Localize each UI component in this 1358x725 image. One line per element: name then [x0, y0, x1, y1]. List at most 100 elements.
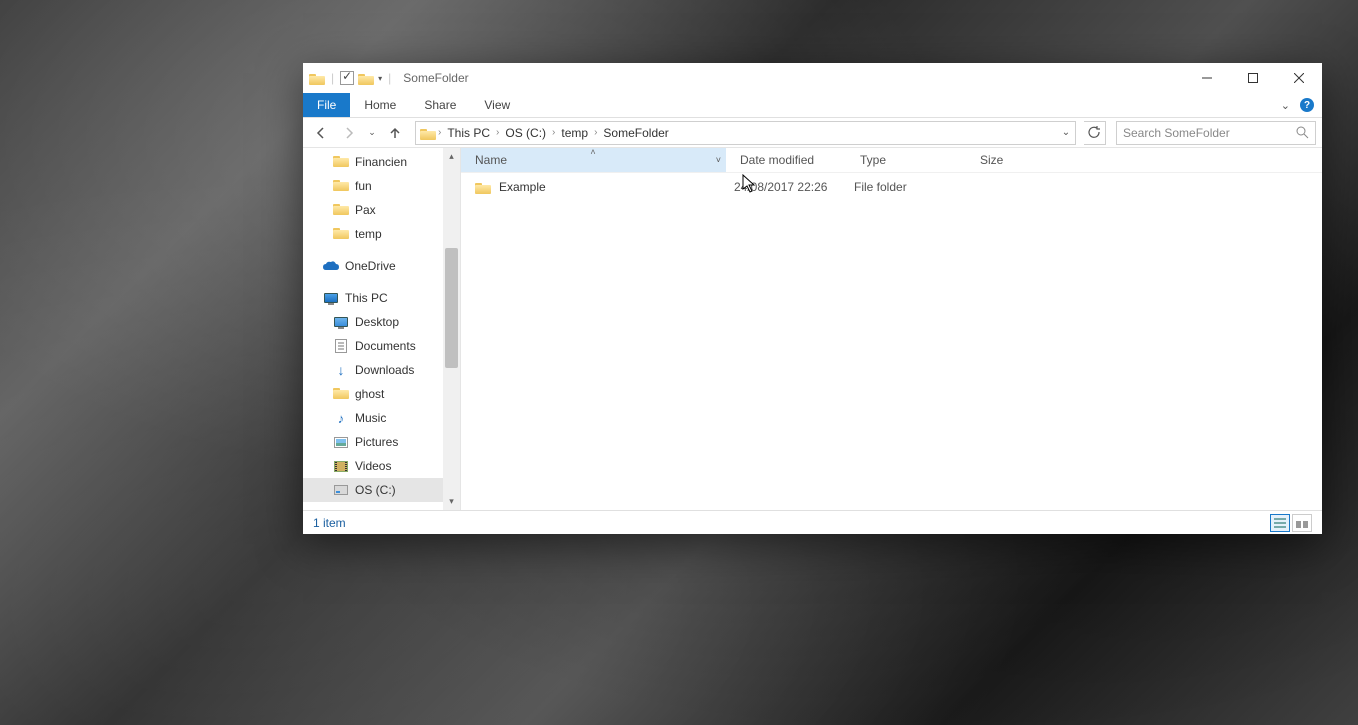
refresh-button[interactable] — [1084, 121, 1106, 145]
address-dropdown-icon[interactable]: ⌄ — [1057, 127, 1075, 138]
tab-file[interactable]: File — [303, 93, 350, 117]
folder-icon — [333, 154, 349, 170]
sidebar-item-videos[interactable]: Videos — [303, 454, 443, 478]
qat-properties-icon[interactable] — [340, 71, 354, 85]
breadcrumb[interactable]: OS (C:) — [501, 126, 550, 140]
scroll-thumb[interactable] — [445, 248, 458, 368]
file-rows: Example 24/08/2017 22:26 File folder — [461, 173, 1322, 510]
qat-dropdown-icon[interactable]: ▾ — [378, 74, 382, 83]
column-size[interactable]: Size — [966, 148, 1046, 172]
sidebar-item-label: Downloads — [355, 363, 414, 377]
status-bar: 1 item — [303, 510, 1322, 534]
tab-share[interactable]: Share — [410, 93, 470, 117]
sort-asc-icon: ˄ — [590, 147, 595, 157]
pc-icon — [323, 290, 339, 306]
documents-icon — [333, 338, 349, 354]
navigation-pane: Financien fun Pax temp — [303, 148, 461, 510]
sidebar-item-pax[interactable]: Pax — [303, 198, 443, 222]
large-icons-icon — [1296, 518, 1308, 528]
maximize-icon — [1248, 73, 1258, 83]
titlebar: | ▾ | SomeFolder — [303, 63, 1322, 93]
help-icon[interactable]: ? — [1300, 98, 1314, 112]
minimize-icon — [1202, 73, 1212, 83]
file-date: 24/08/2017 22:26 — [726, 180, 846, 194]
sidebar-item-temp[interactable]: temp — [303, 222, 443, 246]
breadcrumb-sep-icon[interactable]: › — [496, 127, 499, 138]
onedrive-icon — [323, 258, 339, 274]
search-input[interactable] — [1123, 126, 1296, 140]
scroll-down-icon[interactable]: ▾ — [443, 493, 460, 510]
sidebar-item-financien[interactable]: Financien — [303, 150, 443, 174]
sidebar-item-thispc[interactable]: This PC — [303, 286, 443, 310]
sidebar-item-label: temp — [355, 227, 382, 241]
breadcrumb-sep-icon[interactable]: › — [552, 127, 555, 138]
column-date[interactable]: Date modified — [726, 148, 846, 172]
chevron-down-icon: ⌄ — [368, 127, 376, 138]
scroll-up-icon[interactable]: ▴ — [443, 148, 460, 165]
sidebar-item-label: Videos — [355, 459, 391, 473]
column-type[interactable]: Type — [846, 148, 966, 172]
sidebar-item-onedrive[interactable]: OneDrive — [303, 254, 443, 278]
address-bar[interactable]: › This PC › OS (C:) › temp › SomeFolder … — [415, 121, 1076, 145]
sidebar-item-os-c[interactable]: OS (C:) — [303, 478, 443, 502]
search-icon — [1296, 126, 1309, 139]
explorer-window: | ▾ | SomeFolder File Home Share View ⌄ … — [303, 63, 1322, 534]
maximize-button[interactable] — [1230, 63, 1276, 93]
sidebar-item-desktop[interactable]: Desktop — [303, 310, 443, 334]
close-icon — [1294, 73, 1304, 83]
sidebar-item-label: OS (C:) — [355, 483, 396, 497]
file-row[interactable]: Example 24/08/2017 22:26 File folder — [461, 173, 1322, 201]
sidebar-item-pictures[interactable]: Pictures — [303, 430, 443, 454]
sidebar-item-fun[interactable]: fun — [303, 174, 443, 198]
tab-home[interactable]: Home — [350, 93, 410, 117]
breadcrumb[interactable]: temp — [557, 126, 592, 140]
view-details-button[interactable] — [1270, 514, 1290, 532]
folder-icon — [333, 178, 349, 194]
nav-row: ⌄ › This PC › OS (C:) › temp › SomeFolde… — [303, 118, 1322, 148]
ribbon-collapse-icon[interactable]: ⌄ — [1281, 99, 1290, 112]
nav-up-button[interactable] — [383, 121, 407, 145]
tab-view[interactable]: View — [470, 93, 524, 117]
folder-icon — [333, 226, 349, 242]
file-type: File folder — [846, 180, 966, 194]
file-name: Example — [499, 180, 546, 194]
titlebar-separator: | — [331, 71, 334, 85]
ribbon: File Home Share View ⌄ ? — [303, 93, 1322, 118]
folder-icon — [333, 386, 349, 402]
nav-back-button[interactable] — [309, 121, 333, 145]
column-filter-icon[interactable]: ˅ — [716, 155, 721, 165]
sidebar-item-downloads[interactable]: ↓ Downloads — [303, 358, 443, 382]
file-list-pane: ˄ Name ˅ Date modified Type Size — [461, 148, 1322, 510]
pictures-icon — [333, 434, 349, 450]
minimize-button[interactable] — [1184, 63, 1230, 93]
sidebar-item-label: ghost — [355, 387, 384, 401]
breadcrumb-sep-icon[interactable]: › — [438, 127, 441, 138]
search-box[interactable] — [1116, 121, 1316, 145]
sidebar-item-label: This PC — [345, 291, 388, 305]
view-large-button[interactable] — [1292, 514, 1312, 532]
arrow-left-icon — [314, 126, 328, 140]
breadcrumb-sep-icon[interactable]: › — [594, 127, 597, 138]
column-headers: ˄ Name ˅ Date modified Type Size — [461, 148, 1322, 173]
nav-forward-button[interactable] — [337, 121, 361, 145]
column-name[interactable]: ˄ Name ˅ — [461, 148, 726, 172]
breadcrumb[interactable]: This PC — [443, 126, 494, 140]
sidebar-item-music[interactable]: ♪ Music — [303, 406, 443, 430]
qat-newfolder-icon[interactable] — [358, 72, 374, 84]
sidebar-item-documents[interactable]: Documents — [303, 334, 443, 358]
sidebar-item-label: Desktop — [355, 315, 399, 329]
videos-icon — [333, 458, 349, 474]
folder-icon — [475, 181, 491, 193]
sidebar-item-ghost[interactable]: ghost — [303, 382, 443, 406]
drive-icon — [333, 482, 349, 498]
close-button[interactable] — [1276, 63, 1322, 93]
refresh-icon — [1088, 126, 1101, 139]
breadcrumb[interactable]: SomeFolder — [599, 126, 672, 140]
window-icon — [309, 72, 325, 84]
window-title: SomeFolder — [403, 71, 468, 85]
nav-recent-button[interactable]: ⌄ — [365, 121, 379, 145]
column-label: Date modified — [740, 153, 814, 167]
sidebar-item-label: Pax — [355, 203, 376, 217]
sidebar-scrollbar[interactable]: ▴ ▾ — [443, 148, 460, 510]
sidebar-item-label: Documents — [355, 339, 416, 353]
